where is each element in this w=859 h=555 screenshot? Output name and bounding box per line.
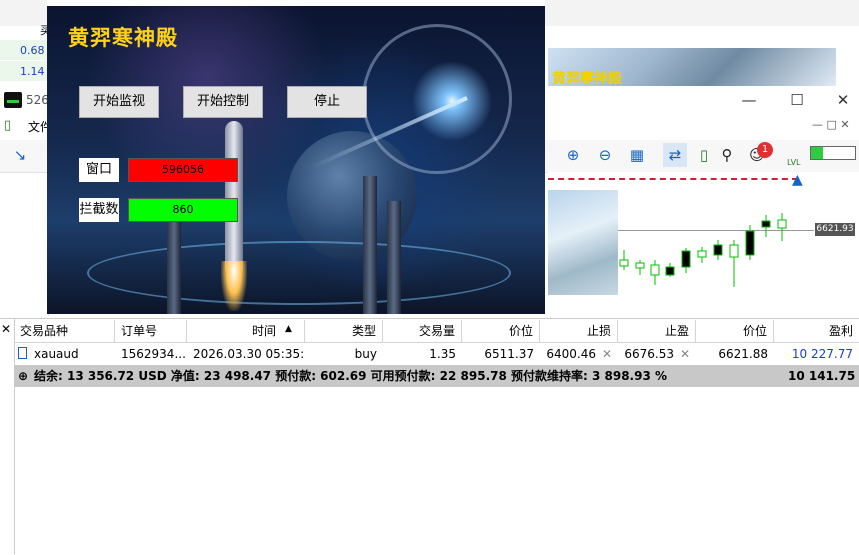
lvl-label[interactable]: LVL [787, 158, 801, 167]
start-control-button[interactable]: 开始控制 [183, 86, 263, 118]
candle [619, 259, 629, 267]
account-summary-row: ⊕ 结余: 13 356.72 USD 净值: 23 498.47 预付款: 6… [14, 365, 859, 387]
col-profit[interactable]: 盈利 [774, 320, 859, 342]
candle [697, 250, 707, 258]
zoom-out-icon[interactable]: ⊖ [593, 143, 617, 167]
col-open-price[interactable]: 价位 [462, 320, 540, 342]
candle [635, 262, 645, 269]
rocket-flame-decoration [221, 261, 247, 311]
window-value-field[interactable]: 596056 [128, 158, 238, 182]
market-value[interactable]: 0.68 [20, 44, 45, 57]
candles [619, 213, 787, 287]
tower-decoration [363, 176, 377, 314]
app-logo-icon [4, 92, 22, 108]
price-tag: 6621.93 [815, 223, 855, 236]
col-order[interactable]: 订单号 [115, 320, 187, 342]
cell-take-profit[interactable]: 6676.53 [618, 343, 680, 365]
connection-fill [811, 147, 823, 159]
app-title: 黄羿寒神殿 [68, 25, 178, 50]
start-monitor-button[interactable]: 开始监视 [79, 86, 159, 118]
col-current-price[interactable]: 价位 [696, 320, 774, 342]
expand-icon[interactable]: ⊕ [18, 365, 28, 387]
search-icon[interactable]: ⚲ [715, 143, 739, 167]
remove-tp-icon[interactable]: ✕ [680, 347, 690, 361]
stop-level-line [548, 178, 798, 180]
child-window-controls[interactable]: — □ ✕ [812, 118, 850, 131]
candle [729, 244, 739, 258]
line-chart-icon[interactable]: ↘ [8, 143, 32, 167]
cell-profit[interactable]: 10 227.77 [774, 343, 859, 365]
banner-text: 黄羿寒神殿 [552, 71, 622, 87]
autoscroll-icon[interactable]: ⇄ [663, 143, 687, 167]
minimize-icon[interactable]: — [729, 88, 769, 112]
ring-decoration [87, 241, 511, 305]
close-icon[interactable]: ✕ [823, 88, 859, 112]
col-take-profit[interactable]: 止盈 [618, 320, 696, 342]
candles-icon[interactable]: ▯ [692, 143, 716, 167]
cell-symbol[interactable]: xauaud [28, 343, 115, 365]
candle [681, 250, 691, 268]
col-stop-loss[interactable]: 止损 [540, 320, 618, 342]
zoom-in-icon[interactable]: ⊕ [561, 143, 585, 167]
connection-indicator [810, 146, 856, 160]
account-summary-text: 结余: 13 356.72 USD 净值: 23 498.47 预付款: 602… [34, 369, 668, 383]
col-type[interactable]: 类型 [305, 320, 383, 342]
candle [713, 244, 723, 256]
cell-type[interactable]: buy [305, 343, 383, 365]
candle [777, 219, 787, 229]
graduation-cap-icon: ▲ [792, 172, 803, 188]
stop-button[interactable]: 停止 [287, 86, 367, 118]
candle [745, 230, 755, 256]
cell-current-price[interactable]: 6621.88 [696, 343, 774, 365]
candle [650, 264, 660, 276]
window-label: 窗口 [79, 158, 119, 182]
notification-badge: 1 [757, 142, 773, 158]
maximize-icon[interactable]: ☐ [777, 88, 817, 112]
chart-background-image [548, 190, 618, 295]
col-symbol[interactable]: 交易品种 [14, 320, 115, 342]
cell-volume[interactable]: 1.35 [383, 343, 462, 365]
cell-stop-loss[interactable]: 6400.46 [540, 343, 602, 365]
document-icon [18, 347, 27, 359]
tower-decoration [387, 201, 401, 314]
candle [761, 220, 771, 228]
cell-order[interactable]: 1562934... [115, 343, 187, 365]
tower-decoration [167, 206, 181, 314]
col-volume[interactable]: 交易量 [383, 320, 462, 342]
rocket-decoration [225, 121, 243, 271]
panel-close-icon[interactable]: ✕ [1, 322, 11, 336]
remove-sl-icon[interactable]: ✕ [602, 347, 612, 361]
menu-icon[interactable]: ▯ [4, 118, 11, 133]
grid-icon[interactable]: ▦ [625, 143, 649, 167]
cell-open-price[interactable]: 6511.37 [462, 343, 540, 365]
panel-side-bar [0, 318, 15, 554]
market-value[interactable]: 1.14 [20, 65, 45, 78]
intercept-value-field[interactable]: 860 [128, 198, 238, 222]
total-profit: 10 141.75 [788, 369, 856, 383]
space-station-decoration [362, 24, 512, 174]
terminal-title-partial: 526 [26, 93, 49, 107]
intercept-label: 拦截数 [79, 198, 119, 222]
sort-up-icon: ▲ [285, 324, 292, 334]
candle [665, 266, 675, 276]
cell-time[interactable]: 2026.03.30 05:35:... [187, 343, 305, 365]
overlay-app-window: 黄羿寒神殿 开始监视 开始控制 停止 窗口 596056 拦截数 860 [47, 6, 545, 314]
